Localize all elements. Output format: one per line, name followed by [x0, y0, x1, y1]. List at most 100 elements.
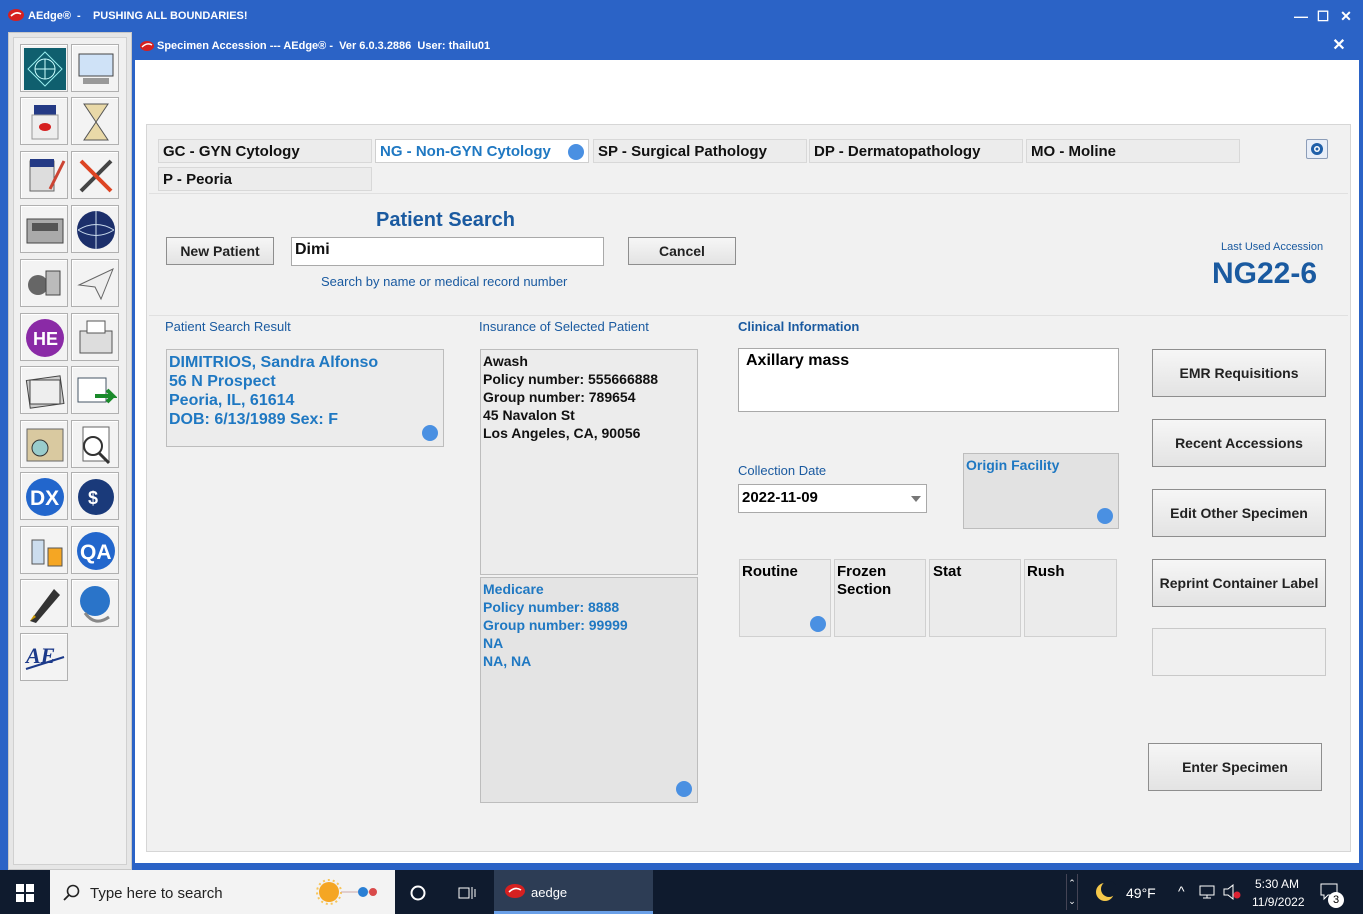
toolbar-button-fax[interactable] [71, 313, 119, 361]
cancel-button[interactable]: Cancel [628, 237, 736, 265]
reports-stack-icon [25, 375, 65, 409]
tab-dermatopathology[interactable]: DP - Dermatopathology [809, 139, 1023, 163]
taskbar-search[interactable]: Type here to search [50, 870, 395, 914]
aedge-logo-icon [505, 884, 525, 898]
toolbar-button-printer-equipment[interactable] [20, 205, 68, 253]
tab-surgical-pathology[interactable]: SP - Surgical Pathology [593, 139, 807, 163]
tab-peoria[interactable]: P - Peoria [158, 167, 372, 191]
edit-other-specimen-button[interactable]: Edit Other Specimen [1152, 489, 1326, 537]
toolbar-button-dx[interactable]: DX [20, 472, 68, 520]
tab-label: SP - Surgical Pathology [598, 143, 767, 160]
enter-specimen-button[interactable]: Enter Specimen [1148, 743, 1322, 791]
close-window-button[interactable]: ✕ [1335, 6, 1357, 26]
taskbar-scroll[interactable]: ⌃ ⌄ [1066, 874, 1078, 910]
slide-magnify-icon [26, 428, 64, 462]
notification-badge: 3 [1328, 892, 1344, 908]
toolbar-button-search-document[interactable] [71, 420, 119, 468]
priority-label: Routine [742, 563, 798, 580]
reprint-container-label-button[interactable]: Reprint Container Label [1152, 559, 1326, 607]
task-view-icon[interactable] [458, 885, 476, 901]
hospital-network-icon [24, 48, 66, 90]
toolbar-button-workstation[interactable] [71, 44, 119, 92]
toolbar-button-qa[interactable]: QA [71, 526, 119, 574]
toolbar-button-specimen-jar[interactable] [20, 97, 68, 145]
cortana-icon[interactable] [410, 885, 426, 901]
aedge-logo-icon: AE [24, 643, 65, 670]
minimize-button[interactable]: — [1290, 6, 1312, 26]
patient-search-input[interactable]: Dimi [291, 237, 604, 266]
selected-indicator [810, 616, 826, 632]
clock-date: 11/9/2022 [1252, 895, 1305, 909]
weather-icon[interactable] [1094, 881, 1116, 903]
weather-temperature: 49°F [1126, 885, 1156, 901]
toolbar-button-aedge-logo[interactable]: AE [20, 633, 68, 681]
tools-icon [79, 159, 113, 193]
toolbar-button-lab-beakers[interactable] [20, 526, 68, 574]
tab-non-gyn-cytology[interactable]: NG - Non-GYN Cytology [375, 139, 589, 163]
divider [149, 315, 1348, 316]
jar-edit-icon [29, 159, 66, 192]
origin-facility-label: Origin Facility [966, 457, 1060, 473]
taskbar: Type here to search aedge ⌃ ⌄ 49°F ^ 5:30… [0, 870, 1363, 914]
outer-title-bar: AEdge® - PUSHING ALL BOUNDARIES! — ☐ ✕ [0, 0, 1363, 32]
outer-window-title: AEdge® - PUSHING ALL BOUNDARIES! [28, 10, 248, 22]
tab-label: DP - Dermatopathology [814, 143, 981, 160]
aedge-logo-icon [140, 41, 154, 51]
search-hint: Search by name or medical record number [321, 274, 568, 289]
insurance-primary-text: Awash Policy number: 555666888 Group num… [483, 353, 659, 441]
insurance-secondary-card[interactable]: Medicare Policy number: 8888 Group numbe… [480, 577, 698, 803]
windows-start-icon[interactable] [16, 884, 34, 902]
priority-label: Frozen Section [837, 563, 892, 598]
hourglass-icon [83, 103, 109, 141]
selected-indicator [422, 425, 438, 441]
toolbar-button-reports-stack[interactable] [20, 366, 68, 414]
svg-text:QA: QA [80, 541, 112, 564]
collection-date-picker[interactable]: 2022-11-09 [738, 484, 927, 513]
toolbar-button-web-service[interactable] [71, 579, 119, 627]
search-highlight-icon [316, 879, 377, 905]
maximize-button[interactable]: ☐ [1312, 6, 1334, 26]
insurance-primary-card[interactable]: Awash Policy number: 555666888 Group num… [480, 349, 698, 575]
priority-stat[interactable]: Stat [929, 559, 1021, 637]
emr-requisitions-button[interactable]: EMR Requisitions [1152, 349, 1326, 397]
toolbar-button-paper-plane[interactable] [71, 259, 119, 307]
tab-gyn-cytology[interactable]: GC - GYN Cytology [158, 139, 372, 163]
collection-date-label: Collection Date [738, 463, 827, 478]
taskbar-app-aedge[interactable]: aedge [494, 870, 653, 914]
origin-facility-card[interactable]: Origin Facility [963, 453, 1119, 529]
last-accession-value: NG22-6 [1212, 257, 1318, 290]
lab-beakers-icon [31, 539, 63, 567]
recent-accessions-button[interactable]: Recent Accessions [1152, 419, 1326, 467]
toolbar-button-tools[interactable] [71, 151, 119, 199]
web-service-icon [80, 586, 110, 623]
tab-label: GC - GYN Cytology [163, 143, 300, 160]
toolbar-button-hospital-network[interactable] [20, 44, 68, 92]
volume-muted-icon[interactable] [1223, 884, 1241, 900]
network-icon[interactable] [1199, 885, 1217, 899]
toolbar-button-microtome[interactable] [20, 259, 68, 307]
chevron-up-icon[interactable]: ^ [1178, 883, 1185, 899]
new-patient-button[interactable]: New Patient [166, 237, 274, 265]
priority-rush[interactable]: Rush [1024, 559, 1117, 637]
patient-result-card[interactable]: DIMITRIOS, Sandra Alfonso 56 N Prospect … [166, 349, 444, 447]
insurance-header: Insurance of Selected Patient [479, 319, 649, 334]
toolbar-button-jar-edit[interactable] [20, 151, 68, 199]
email-export-icon [77, 377, 117, 404]
toolbar-button-he-stain[interactable]: HE [20, 313, 68, 361]
close-accession-button[interactable]: ✕ [1329, 36, 1349, 56]
tab-moline[interactable]: MO - Moline [1026, 139, 1240, 163]
toolbar-button-email-export[interactable] [71, 366, 119, 414]
priority-frozen-section[interactable]: Frozen Section [834, 559, 926, 637]
toolbar-button-billing[interactable]: $ [71, 472, 119, 520]
divider [149, 193, 1348, 194]
insurance-secondary-text: Medicare Policy number: 8888 Group numbe… [483, 581, 628, 669]
toolbar-button-pen[interactable] [20, 579, 68, 627]
toolbar-button-globe[interactable] [71, 205, 119, 253]
priority-routine[interactable]: Routine [739, 559, 831, 637]
toolbar-button-slide-magnify[interactable] [20, 420, 68, 468]
search-document-icon [82, 426, 111, 465]
toolbar-button-hourglass[interactable] [71, 97, 119, 145]
clinical-info-input[interactable]: Axillary mass [738, 348, 1119, 412]
refresh-button[interactable] [1306, 139, 1328, 159]
blank-button[interactable] [1152, 628, 1326, 676]
